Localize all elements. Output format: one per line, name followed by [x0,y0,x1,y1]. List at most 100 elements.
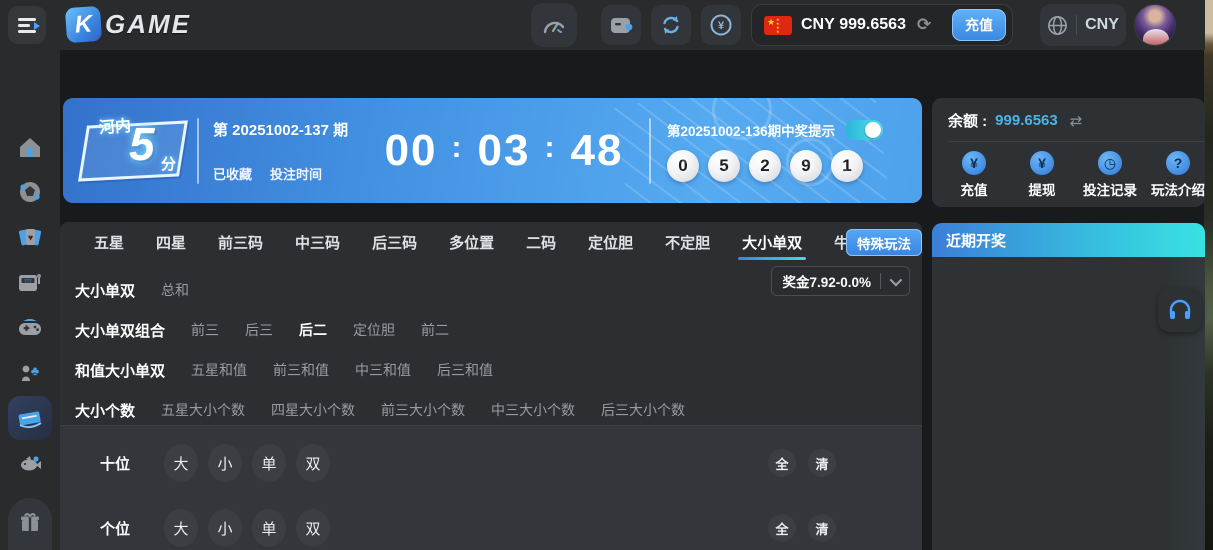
yen-icon: ¥ [1030,151,1054,175]
bet-option-单[interactable]: 单 [252,509,286,547]
wallet-action-yen[interactable]: ¥ 充值 [940,151,1008,199]
play-group-row: 和值大小单双 五星和值 前三和值 中三和值 后三和值 [75,350,922,390]
bet-option-大[interactable]: 大 [164,509,198,547]
sidebar-bottom-group: @ [8,498,52,550]
wallet-action-label: 玩法介绍 [1151,183,1205,198]
refresh-balance-icon[interactable]: ⟳ [917,15,931,35]
chess-club-icon: ♣ [22,363,40,381]
sidebar-item-fishing[interactable] [8,441,52,485]
logo-k-tile: K [64,5,103,44]
gauge-icon [543,21,565,34]
lottery-logo-hanoi-5min[interactable]: 河内 5 分 [77,115,197,187]
svg-text:¥: ¥ [718,20,725,32]
play-option-定位胆[interactable]: 定位胆 [353,320,395,340]
play-mode-tabs: 五星四星前三码中三码后三码多位置二码定位胆不定胆大小单双牛牛特殊玩法 [60,222,922,262]
sidebar-item-chess[interactable]: ♣ [8,351,52,395]
bet-option-双[interactable]: 双 [296,509,330,547]
play-option-前三[interactable]: 前三 [191,320,219,340]
sidebar-item-cards[interactable]: ♥ [8,216,52,260]
favorited-label[interactable]: 已收藏 [213,164,252,183]
bet-option-单[interactable]: 单 [252,444,286,482]
special-play-button[interactable]: 特殊玩法 [846,229,922,256]
play-group-label: 大小单双组合 [75,322,166,340]
tab-后三码[interactable]: 后三码 [356,222,433,262]
tab-不定胆[interactable]: 不定胆 [649,222,726,262]
speed-gauge-button[interactable] [531,3,577,47]
play-option-后三和值[interactable]: 后三和值 [437,360,493,380]
tab-定位胆[interactable]: 定位胆 [572,222,649,262]
clear-button[interactable]: 清 [808,449,836,477]
wallet-button[interactable] [601,5,641,45]
play-option-后三[interactable]: 后三 [245,320,273,340]
balance-label: 余额 : [948,113,988,130]
exchange-button[interactable]: ¥ [701,5,741,45]
play-option-后二[interactable]: 后二 [299,320,327,340]
customer-support-button[interactable] [1158,288,1202,332]
poker-cards-icon: ♥ [18,229,42,246]
clear-button[interactable]: 清 [808,514,836,542]
user-avatar[interactable] [1134,4,1176,46]
sync-button[interactable] [651,5,691,45]
bet-option-小[interactable]: 小 [208,444,242,482]
slot-machine-icon: 777 [19,274,41,291]
sidebar-item-home[interactable] [8,125,52,169]
wallet-action-question[interactable]: ? 玩法介绍 [1144,151,1205,199]
chevron-down-icon [889,273,903,286]
prize-rate-label: 奖金7.92-0.0% [782,275,871,290]
play-option-后三大小个数[interactable]: 后三大小个数 [601,400,685,420]
sync-arrows-icon [663,16,679,34]
lottery-ticket-icon [18,411,42,429]
play-option-总和[interactable]: 总和 [161,280,189,300]
play-option-四星大小个数[interactable]: 四星大小个数 [271,400,355,420]
sidebar-item-wallet[interactable] [8,536,52,550]
issue-number: 第 20251002-137 期 [213,121,349,139]
yen-icon: ¥ [962,151,986,175]
tab-大小单双[interactable]: 大小单双 [726,222,818,262]
recharge-button[interactable]: 充值 [952,9,1006,41]
bet-selection-area: 十位大小单双全清个位大小单双全清 [60,425,922,550]
tab-二码[interactable]: 二码 [510,222,572,262]
wallet-action-clock[interactable]: ◷ 投注记录 [1076,151,1144,199]
play-option-前二[interactable]: 前二 [421,320,449,340]
select-all-button[interactable]: 全 [768,449,796,477]
select-all-button[interactable]: 全 [768,514,796,542]
bet-option-大[interactable]: 大 [164,444,198,482]
play-groups: 奖金7.92-0.0% 大小单双 总和 大小单双组合 前三 后三 后二 定位胆 前二 和值大小单… [60,262,922,430]
play-option-前三大小个数[interactable]: 前三大小个数 [381,400,465,420]
refresh-swap-icon[interactable]: ⇄ [1070,112,1083,130]
play-option-五星大小个数[interactable]: 五星大小个数 [161,400,245,420]
play-option-中三和值[interactable]: 中三和值 [355,360,411,380]
prize-rate-dropdown[interactable]: 奖金7.92-0.0% [771,266,910,296]
sidebar: ♥ 777 ♣ [0,50,60,550]
play-option-中三大小个数[interactable]: 中三大小个数 [491,400,575,420]
kgame-logo[interactable]: K GAME [64,5,191,44]
sidebar-item-sports[interactable] [8,170,52,214]
tab-前三码[interactable]: 前三码 [202,222,279,262]
bet-option-双[interactable]: 双 [296,444,330,482]
tab-中三码[interactable]: 中三码 [279,222,356,262]
balance-text: CNY 999.6563 [801,16,906,33]
play-option-五星和值[interactable]: 五星和值 [191,360,247,380]
language-currency-selector[interactable]: CNY [1040,4,1126,46]
play-group-label: 和值大小单双 [75,362,166,380]
sidebar-item-lottery[interactable] [8,396,52,440]
win-hint-toggle[interactable] [845,119,884,140]
hamburger-icon [18,18,36,21]
tab-五星[interactable]: 五星 [78,222,140,262]
currency-exchange-icon: ¥ [710,14,732,36]
home-icon [20,138,40,157]
play-option-前三和值[interactable]: 前三和值 [273,360,329,380]
menu-toggle-button[interactable] [8,6,46,44]
wallet-card: 余额 : 999.6563 ⇄ ¥ 充值 ¥ 提现 ◷ 投注记录? 玩法介绍 [932,98,1205,207]
tab-多位置[interactable]: 多位置 [433,222,510,262]
recent-draws-header: 近期开奖 [932,223,1205,257]
wallet-action-label: 提现 [1028,183,1056,198]
tab-四星[interactable]: 四星 [140,222,202,262]
balance-pill: ★ ★ ★ ★ ★ CNY 999.6563 ⟳ 充值 [751,4,1013,46]
sidebar-item-slots[interactable]: 777 [8,261,52,305]
bet-option-小[interactable]: 小 [208,509,242,547]
countdown-timer: 00 : 03 : 48 [384,125,624,175]
wallet-action-yen[interactable]: ¥ 提现 [1008,151,1076,199]
china-flag-icon: ★ ★ ★ ★ ★ [764,15,792,35]
sidebar-item-games[interactable] [8,306,52,350]
